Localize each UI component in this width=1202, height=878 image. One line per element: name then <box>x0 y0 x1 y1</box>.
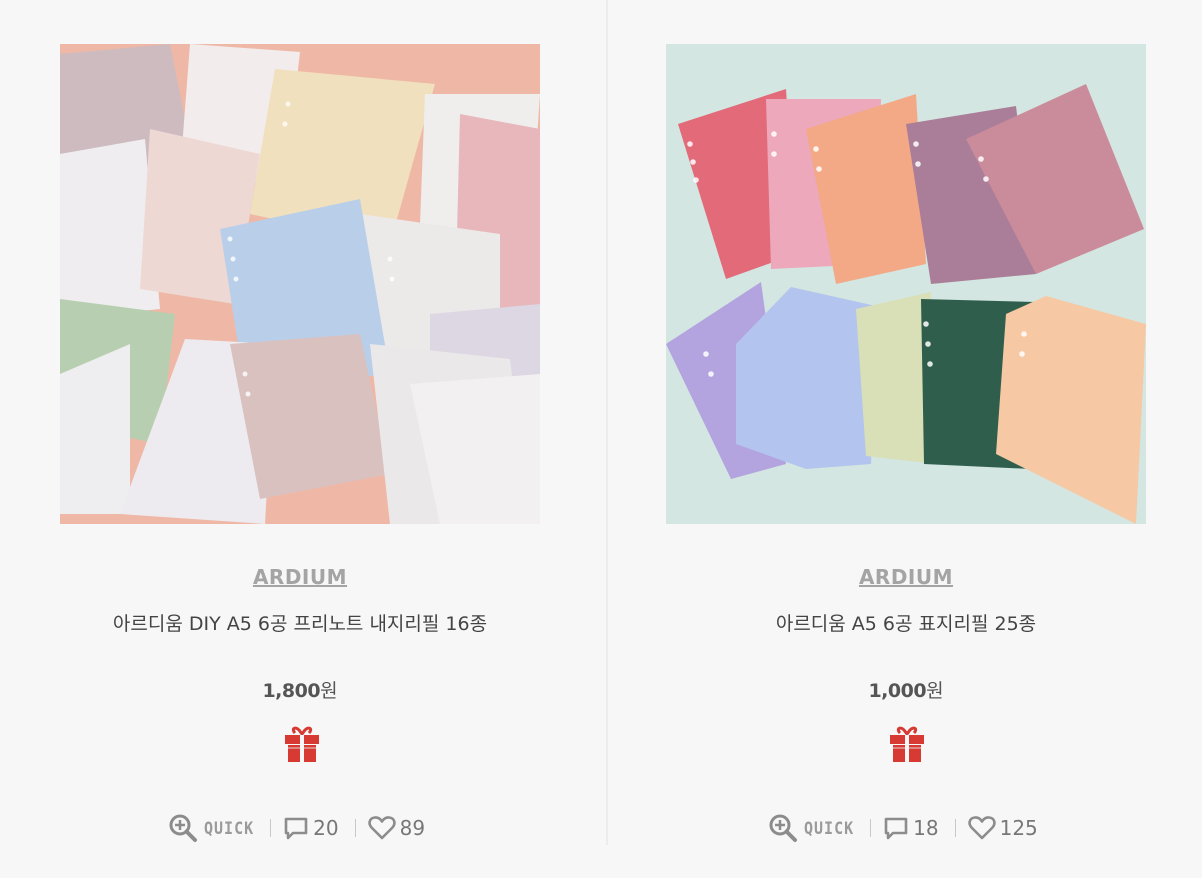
price-currency: 원 <box>320 680 338 702</box>
zoom-in-icon <box>768 813 798 843</box>
likes-count[interactable]: 125 <box>967 815 1038 841</box>
product-card: ARDIUM 아르디움 DIY A5 6공 프리노트 내지리필 16종 1,80… <box>0 0 606 878</box>
product-name[interactable]: 아르디움 A5 6공 표지리필 25종 <box>606 609 1202 636</box>
likes-count[interactable]: 89 <box>367 815 426 841</box>
quick-view-button[interactable]: QUICK <box>768 813 854 843</box>
likes-value: 89 <box>399 816 426 840</box>
product-price: 1,800원 <box>0 676 600 703</box>
product-image[interactable] <box>60 44 540 524</box>
meta-separator <box>270 819 272 837</box>
reviews-value: 20 <box>313 816 339 840</box>
product-card: ARDIUM 아르디움 A5 6공 표지리필 25종 1,000원 QUICK <box>606 0 1202 878</box>
heart-icon <box>967 815 996 841</box>
price-currency: 원 <box>926 680 944 702</box>
product-meta: QUICK 18 125 <box>768 812 1038 844</box>
product-meta: QUICK 20 89 <box>168 812 425 844</box>
brand-link[interactable]: ARDIUM <box>606 565 1202 589</box>
quick-label: QUICK <box>204 817 255 839</box>
zoom-in-icon <box>168 813 198 843</box>
gift-icon <box>282 724 322 764</box>
comment-icon <box>283 815 309 841</box>
product-image[interactable] <box>666 44 1146 524</box>
meta-separator <box>954 819 956 837</box>
product-grid: ARDIUM 아르디움 DIY A5 6공 프리노트 내지리필 16종 1,80… <box>0 0 1202 878</box>
reviews-value: 18 <box>913 816 939 840</box>
comment-icon <box>883 815 909 841</box>
meta-separator <box>870 819 872 837</box>
reviews-count[interactable]: 20 <box>283 815 339 841</box>
price-value: 1,800 <box>262 680 321 702</box>
product-name[interactable]: 아르디움 DIY A5 6공 프리노트 내지리필 16종 <box>0 609 600 636</box>
reviews-count[interactable]: 18 <box>883 815 939 841</box>
price-value: 1,000 <box>868 680 927 702</box>
heart-icon <box>367 815 396 841</box>
likes-value: 125 <box>999 816 1038 840</box>
quick-label: QUICK <box>804 817 855 839</box>
product-price: 1,000원 <box>606 676 1202 703</box>
meta-separator <box>354 819 356 837</box>
gift-icon <box>887 724 927 764</box>
quick-view-button[interactable]: QUICK <box>168 813 254 843</box>
brand-link[interactable]: ARDIUM <box>0 565 600 589</box>
